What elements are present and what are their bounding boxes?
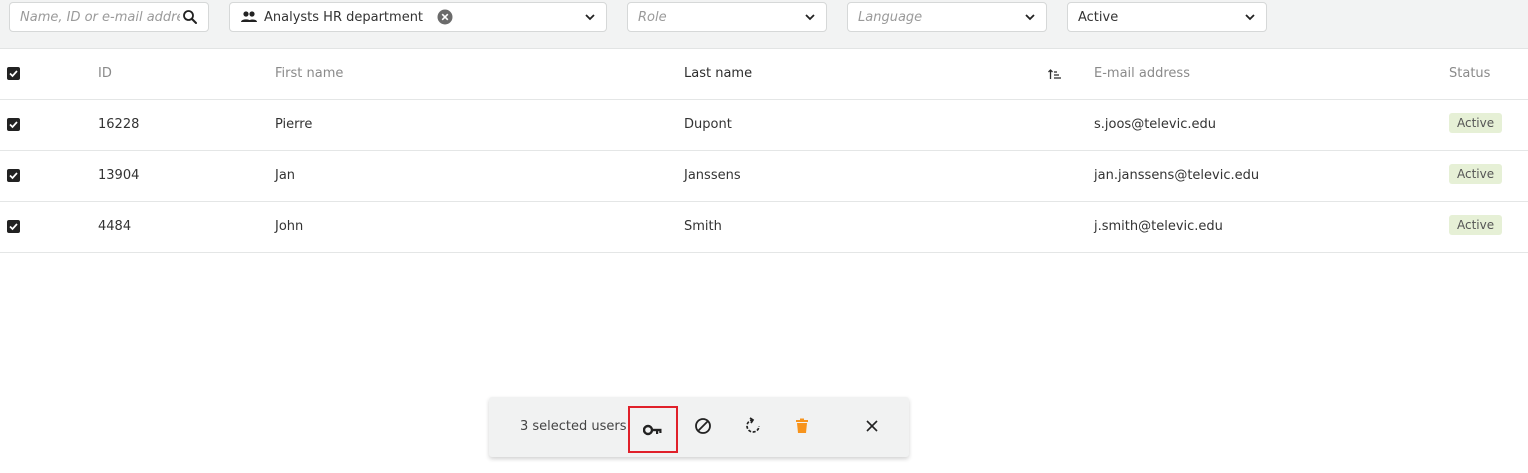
filter-bar: Name, ID or e-mail address Analysts HR d… bbox=[0, 0, 1528, 49]
chip-remove-icon[interactable] bbox=[437, 9, 453, 25]
cell-last-name: Janssens bbox=[684, 168, 741, 183]
language-placeholder: Language bbox=[858, 9, 923, 25]
block-user-button[interactable] bbox=[684, 407, 722, 445]
cell-last-name: Dupont bbox=[684, 117, 732, 132]
close-selection-button[interactable] bbox=[853, 407, 891, 445]
group-filter-select[interactable]: Analysts HR department bbox=[229, 2, 607, 32]
cell-first-name: Jan bbox=[275, 168, 296, 183]
row-checkbox[interactable] bbox=[7, 220, 20, 233]
status-badge: Active bbox=[1449, 164, 1503, 184]
row-checkbox[interactable] bbox=[7, 118, 20, 131]
delete-button[interactable] bbox=[783, 407, 821, 445]
cell-status: Active bbox=[1449, 100, 1503, 150]
key-icon bbox=[643, 424, 662, 435]
delete-icon bbox=[796, 418, 808, 433]
chevron-down-icon bbox=[585, 14, 595, 21]
refresh-button[interactable] bbox=[734, 407, 772, 445]
table-row[interactable]: 16228 Pierre Dupont s.joos@televic.edu A… bbox=[0, 100, 1528, 151]
sort-ascending-icon[interactable] bbox=[1048, 49, 1062, 99]
cell-id: 4484 bbox=[98, 219, 132, 234]
search-input[interactable]: Name, ID or e-mail address bbox=[9, 2, 209, 32]
table-header: ID First name Last name E-mail address S… bbox=[0, 49, 1528, 100]
search-placeholder: Name, ID or e-mail address bbox=[20, 9, 180, 25]
people-icon bbox=[241, 11, 257, 22]
chevron-down-icon bbox=[1245, 14, 1255, 21]
group-chip: Analysts HR department bbox=[238, 7, 453, 27]
language-select[interactable]: Language bbox=[847, 2, 1047, 32]
reset-password-button[interactable] bbox=[628, 406, 678, 453]
cell-id: 13904 bbox=[98, 168, 140, 183]
status-badge: Active bbox=[1449, 113, 1503, 133]
cell-last-name: Smith bbox=[684, 219, 722, 234]
status-badge: Active bbox=[1449, 215, 1503, 235]
select-all-checkbox[interactable] bbox=[7, 67, 20, 80]
status-select[interactable]: Active bbox=[1067, 2, 1267, 32]
column-header-id[interactable]: ID bbox=[98, 49, 112, 99]
row-checkbox[interactable] bbox=[7, 169, 20, 182]
cell-status: Active bbox=[1449, 151, 1503, 201]
cell-email: jan.janssens@televic.edu bbox=[1094, 168, 1260, 183]
search-icon[interactable] bbox=[182, 9, 198, 25]
cell-email: s.joos@televic.edu bbox=[1094, 117, 1216, 132]
role-placeholder: Role bbox=[638, 9, 667, 25]
selection-action-bar: 3 selected users bbox=[489, 397, 909, 457]
column-header-first-name[interactable]: First name bbox=[275, 49, 343, 99]
users-table: ID First name Last name E-mail address S… bbox=[0, 49, 1528, 253]
close-icon bbox=[866, 420, 878, 432]
column-header-last-name[interactable]: Last name bbox=[684, 49, 752, 99]
chevron-down-icon bbox=[805, 14, 815, 21]
cell-id: 16228 bbox=[98, 117, 140, 132]
column-header-status[interactable]: Status bbox=[1449, 49, 1490, 99]
block-icon bbox=[695, 418, 711, 434]
cell-first-name: John bbox=[275, 219, 304, 234]
selected-count-label: 3 selected users bbox=[520, 419, 627, 434]
cell-status: Active bbox=[1449, 202, 1503, 252]
group-chip-label: Analysts HR department bbox=[264, 9, 424, 25]
refresh-icon bbox=[746, 417, 760, 433]
cell-email: j.smith@televic.edu bbox=[1094, 219, 1223, 234]
cell-first-name: Pierre bbox=[275, 117, 313, 132]
table-row[interactable]: 4484 John Smith j.smith@televic.edu Acti… bbox=[0, 202, 1528, 253]
role-select[interactable]: Role bbox=[627, 2, 827, 32]
column-header-email[interactable]: E-mail address bbox=[1094, 49, 1190, 99]
status-select-value: Active bbox=[1078, 9, 1119, 25]
table-row[interactable]: 13904 Jan Janssens jan.janssens@televic.… bbox=[0, 151, 1528, 202]
chevron-down-icon bbox=[1025, 14, 1035, 21]
